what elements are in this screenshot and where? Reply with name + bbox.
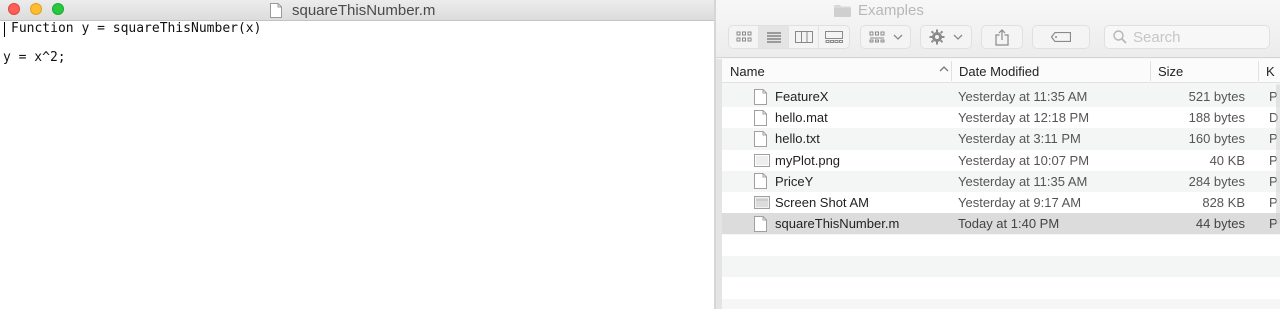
file-row-selected[interactable]: squareThisNumber.m Today at 1:40 PM 44 b…: [722, 213, 1280, 235]
group-icon: [869, 31, 884, 43]
file-name: myPlot.png: [775, 152, 841, 168]
document-icon: [754, 128, 770, 149]
file-date: Yesterday at 11:35 AM: [958, 173, 1088, 189]
search-field[interactable]: [1104, 25, 1270, 49]
file-row[interactable]: FeatureX Yesterday at 11:35 AM 521 bytes…: [722, 86, 1280, 108]
group-by-button[interactable]: [860, 25, 911, 49]
finder-title-text: Examples: [858, 1, 924, 19]
file-row[interactable]: hello.txt Yesterday at 3:11 PM 160 bytes…: [722, 128, 1280, 150]
icon-view-icon: [736, 31, 751, 42]
empty-row: [722, 235, 1280, 257]
column-header-kind[interactable]: K: [1266, 59, 1280, 83]
editor-titlebar: squareThisNumber.m: [0, 0, 716, 21]
icon-view-button[interactable]: [729, 26, 759, 48]
column-header-name[interactable]: Name: [730, 59, 952, 83]
action-menu-button[interactable]: [920, 25, 972, 49]
column-header-size-label: Size: [1158, 63, 1184, 79]
file-name: FeatureX: [775, 89, 829, 104]
document-icon: [754, 107, 770, 128]
document-icon: [270, 3, 282, 18]
close-window-button[interactable]: [8, 3, 20, 15]
file-date: Today at 1:40 PM: [958, 216, 1060, 232]
file-size: 188 bytes: [1188, 110, 1245, 126]
finder-toolbar: Examples: [716, 0, 1280, 58]
file-name: Screen Shot AM: [775, 194, 869, 210]
file-row[interactable]: PriceY Yesterday at 11:35 AM 284 bytes P: [722, 170, 1280, 192]
empty-row: [722, 256, 1280, 278]
list-view-button[interactable]: [759, 26, 789, 48]
column-separator[interactable]: [1150, 61, 1151, 81]
file-row[interactable]: myPlot.png Yesterday at 10:07 PM 40 KB P: [722, 149, 1280, 171]
empty-row: [722, 277, 1280, 299]
gallery-view-button[interactable]: [819, 26, 849, 48]
column-header-date-label: Date Modified: [959, 63, 1040, 79]
minimize-window-button[interactable]: [30, 3, 42, 15]
share-button[interactable]: [981, 25, 1023, 49]
finder-title: Examples: [834, 0, 924, 20]
search-input[interactable]: [1133, 28, 1263, 46]
file-date: Yesterday at 3:11 PM: [958, 131, 1081, 147]
file-date: Yesterday at 11:35 AM: [958, 89, 1088, 104]
editor-window: squareThisNumber.m Function y = squareTh…: [0, 0, 716, 309]
file-name: squareThisNumber.m: [775, 216, 900, 232]
code-line: y = x^2;: [3, 50, 66, 65]
editor-title-text: squareThisNumber.m: [292, 2, 436, 19]
zoom-window-button[interactable]: [52, 3, 64, 15]
file-size: 40 KB: [1209, 152, 1245, 168]
column-separator[interactable]: [1258, 61, 1259, 81]
sort-ascending-icon: [939, 66, 949, 72]
text-caret: [4, 22, 5, 37]
vertical-scrollbar[interactable]: [1276, 84, 1280, 224]
file-name: hello.mat: [775, 110, 828, 126]
empty-list-area[interactable]: [722, 235, 1280, 309]
column-header-kind-label: K: [1266, 63, 1275, 79]
gear-icon: [929, 29, 945, 45]
column-header-date[interactable]: Date Modified: [959, 59, 1149, 83]
code-editor[interactable]: Function y = squareThisNumber(x) y = x^2…: [0, 21, 716, 309]
view-mode-control: [728, 25, 850, 49]
chevron-down-icon: [893, 34, 902, 40]
code-line: Function y = squareThisNumber(x): [11, 21, 262, 36]
column-separator[interactable]: [951, 61, 952, 81]
file-size: 284 bytes: [1188, 173, 1245, 189]
folder-icon: [834, 4, 851, 17]
file-list: FeatureX Yesterday at 11:35 AM 521 bytes…: [722, 86, 1280, 235]
chevron-down-icon: [953, 34, 963, 40]
file-name: PriceY: [775, 173, 814, 189]
file-row[interactable]: Screen Shot AM Yesterday at 9:17 AM 828 …: [722, 191, 1280, 214]
column-header-name-label: Name: [730, 63, 765, 79]
file-date: Yesterday at 10:07 PM: [958, 152, 1090, 168]
editor-title: squareThisNumber.m: [270, 0, 435, 21]
file-row[interactable]: hello.mat Yesterday at 12:18 PM 188 byte…: [722, 107, 1280, 129]
image-icon: [754, 150, 770, 171]
document-icon: [754, 171, 770, 192]
gallery-view-icon: [825, 31, 843, 43]
search-icon: [1113, 30, 1127, 44]
share-icon: [995, 28, 1009, 46]
file-size: 828 KB: [1202, 194, 1245, 210]
edit-tags-button[interactable]: [1032, 25, 1090, 49]
file-date: Yesterday at 12:18 PM: [958, 110, 1090, 126]
file-size: 521 bytes: [1188, 89, 1245, 104]
column-header-size[interactable]: Size: [1158, 59, 1258, 83]
file-size: 44 bytes: [1195, 216, 1245, 232]
file-name: hello.txt: [775, 131, 820, 147]
document-icon: [754, 86, 770, 107]
screenshot-icon: [754, 192, 770, 213]
list-view-icon: [766, 32, 781, 43]
finder-window: Examples Search Name Date Modified Size …: [716, 0, 1280, 309]
column-header-row: Name Date Modified Size K: [722, 59, 1280, 83]
column-view-icon: [794, 31, 813, 43]
column-view-button[interactable]: [789, 26, 819, 48]
document-icon: [754, 213, 770, 234]
tag-icon: [1051, 32, 1071, 42]
file-date: Yesterday at 9:17 AM: [958, 194, 1082, 210]
file-size: 160 bytes: [1188, 131, 1245, 147]
